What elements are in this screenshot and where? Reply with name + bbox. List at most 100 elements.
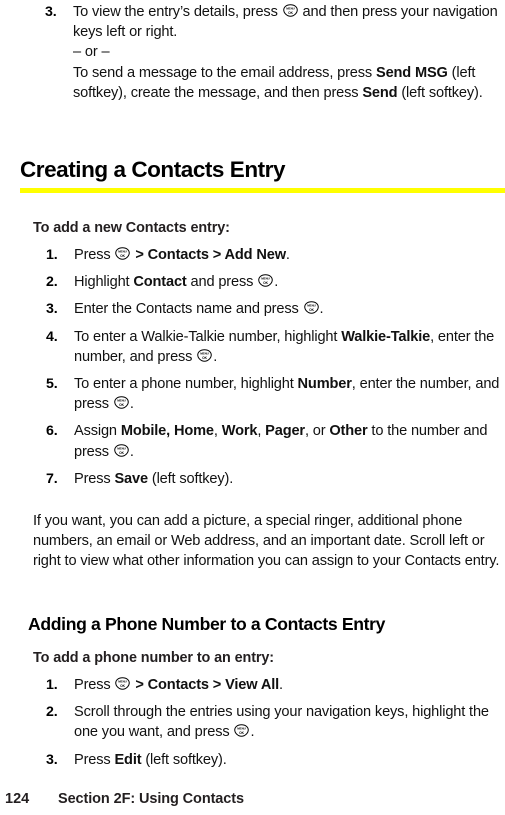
menu-ok-key-icon: MENU OK (115, 247, 131, 260)
list-marker: 2. (46, 274, 58, 291)
list-item-text: Assign Mobile, Home, Work, Pager, or Oth… (74, 423, 487, 459)
menu-ok-key-icon: MENU OK (114, 396, 129, 409)
step-text-part: and press (186, 274, 258, 291)
label-option-home: Home (173, 423, 214, 440)
list-item: 4. To enter a Walkie-Talkie number, high… (46, 327, 502, 367)
list-item-text: Press Save (left softkey). (74, 471, 233, 487)
section-heading-block: Creating a Contacts Entry (20, 157, 505, 193)
step-text-part: . (129, 396, 134, 413)
list-item: 2. Scroll through the entries using your… (46, 702, 502, 742)
step-text-part: Press (74, 247, 115, 263)
svg-text:MENU: MENU (238, 727, 247, 731)
list-item: 2. Highlight Contact and press MENU OK. (46, 272, 502, 292)
list-marker: 6. (46, 423, 58, 440)
list-marker: 4. (46, 328, 58, 345)
list-marker: 3. (46, 301, 58, 318)
step-text-part: . (129, 443, 134, 460)
softkey-label: Send MSG (375, 64, 448, 81)
menu-option-label: Contact (133, 274, 187, 291)
page-number: 124 (5, 791, 30, 807)
footer-section-title: Section 2F: Using Contacts (58, 791, 244, 807)
list-item-text: To enter a phone number, highlight Numbe… (74, 376, 499, 412)
label-option-work: Work (221, 423, 258, 440)
svg-text:MENU: MENU (117, 446, 126, 450)
list-marker: 2. (46, 704, 58, 721)
svg-text:MENU: MENU (307, 304, 316, 308)
manual-page: 3. To view the entry’s details, press ME… (0, 0, 505, 815)
step-text-part: Highlight (74, 274, 134, 291)
svg-text:MENU: MENU (117, 399, 126, 403)
menu-ok-key-icon: MENU OK (197, 349, 212, 362)
list-item: 1. Press MENU OK > Contacts > Add New. (46, 245, 502, 265)
menu-ok-key-icon: MENU OK (258, 274, 273, 287)
menu-ok-key-icon: MENU OK (234, 724, 250, 738)
list-item: 1. Press MENU OK > Contacts > View All. (46, 675, 502, 695)
list-item: 7. Press Save (left softkey). (46, 469, 502, 489)
list-marker: 1. (46, 247, 58, 263)
svg-text:OK: OK (121, 684, 126, 688)
step-text-part: (left softkey). (141, 751, 227, 768)
svg-text:OK: OK (121, 254, 126, 258)
note-paragraph: If you want, you can add a picture, a sp… (33, 513, 500, 570)
softkey-label: Edit (114, 751, 142, 768)
softkey-label: Save (114, 470, 148, 487)
list-item: 3. To view the entry’s details, press ME… (45, 2, 503, 103)
step-text-part: To send a message to the email address, … (73, 64, 376, 81)
menu-ok-key-icon: MENU OK (282, 4, 298, 17)
step-text-part: Enter the Contacts name and press (74, 301, 303, 318)
procedure-intro: To add a new Contacts entry: (33, 220, 230, 236)
svg-text:MENU: MENU (119, 680, 128, 684)
step-text-part: Press (74, 751, 115, 768)
step-text-part: Assign (74, 423, 121, 440)
list-item-text: Scroll through the entries using your na… (74, 704, 489, 740)
step-text-part: To enter a phone number, highlight (74, 376, 298, 393)
list-item: 6. Assign Mobile, Home, Work, Pager, or … (46, 421, 502, 461)
list-marker: 3. (46, 751, 58, 768)
svg-text:MENU: MENU (119, 250, 128, 254)
list-item-text: Highlight Contact and press MENU OK. (74, 274, 278, 290)
step-text-part: , or (304, 423, 330, 440)
list-marker: 5. (46, 376, 58, 393)
heading-accent-rule (20, 188, 505, 193)
step-text-part: Press (74, 470, 115, 487)
adding-phone-number-steps: 1. Press MENU OK > Contacts > View All. 2… (46, 675, 502, 777)
svg-text:OK: OK (240, 731, 245, 735)
step-text-part: (left softkey). (397, 84, 483, 101)
menu-ok-key-icon: MENU OK (115, 677, 131, 690)
softkey-label: Send (362, 84, 398, 101)
svg-text:OK: OK (119, 450, 124, 454)
subsection-title: Adding a Phone Number to a Contacts Entr… (28, 614, 386, 634)
svg-text:MENU: MENU (200, 351, 209, 355)
menu-option-label: Number (297, 376, 352, 393)
procedure-intro: To add a phone number to an entry: (33, 650, 274, 666)
list-marker: 3. (45, 4, 57, 20)
list-item-text: Press MENU OK > Contacts > Add New. (74, 247, 290, 263)
list-item-text: Enter the Contacts name and press MENU OK… (74, 301, 324, 318)
svg-text:MENU: MENU (261, 277, 270, 281)
svg-text:MENU: MENU (286, 7, 295, 11)
step-text-part: . (213, 348, 218, 365)
step-text-part: (left softkey). (147, 470, 234, 487)
list-item-text: Press MENU OK > Contacts > View All. (74, 677, 283, 693)
list-marker: 7. (46, 470, 58, 487)
svg-text:OK: OK (288, 11, 293, 15)
step-text-part: . (279, 677, 283, 693)
list-item: 5. To enter a phone number, highlight Nu… (46, 374, 502, 414)
menu-path-label: > Contacts > View All (131, 677, 280, 693)
alternative-separator: – or – (73, 44, 110, 61)
list-item: 3. Enter the Contacts name and press MEN… (46, 299, 502, 319)
menu-ok-key-icon: MENU OK (303, 301, 319, 315)
list-marker: 1. (46, 677, 58, 693)
svg-text:OK: OK (263, 281, 268, 285)
menu-path-label: > Contacts > Add New (131, 247, 286, 263)
list-item-text: Press Edit (left softkey). (74, 752, 227, 768)
step-text-part: To enter a Walkie-Talkie number, highlig… (74, 328, 342, 345)
list-item-text: To enter a Walkie-Talkie number, highlig… (74, 329, 494, 365)
label-option-pager: Pager (265, 423, 305, 440)
list-item-text: To view the entry’s details, press MENU O… (73, 4, 503, 103)
page-title: Creating a Contacts Entry (20, 157, 286, 182)
page-footer: 124 Section 2F: Using Contacts (0, 791, 505, 815)
step-text-part: . (285, 247, 290, 263)
label-option-other: Other (329, 423, 368, 440)
step-text-part: To view the entry’s details, press (73, 4, 282, 20)
